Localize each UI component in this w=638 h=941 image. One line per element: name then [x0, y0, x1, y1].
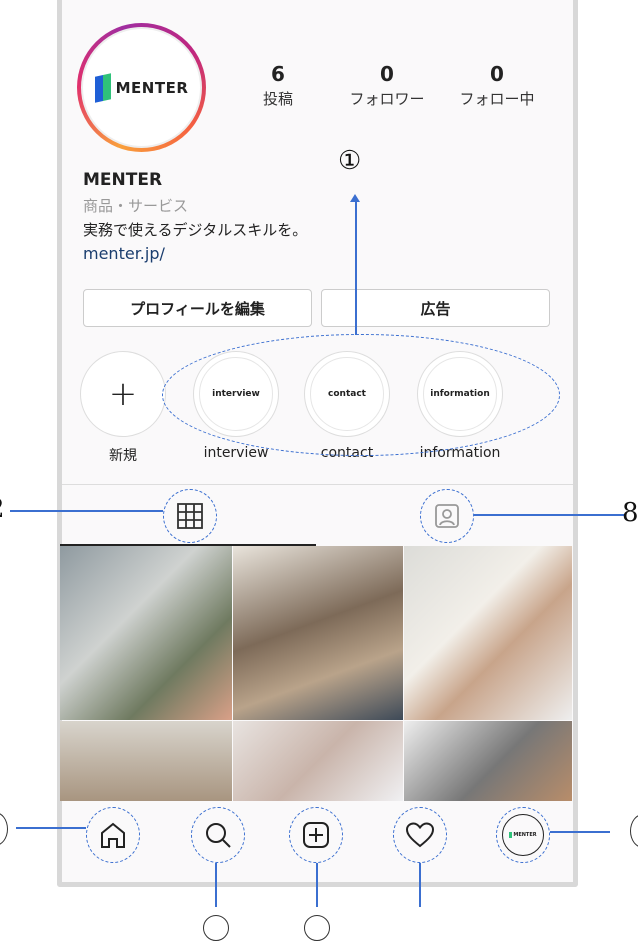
stat-posts[interactable]: 6 投稿 — [223, 62, 333, 109]
nav-search[interactable] — [191, 807, 245, 863]
following-count: 0 — [490, 62, 504, 86]
logo-text: MENTER — [513, 832, 537, 838]
highlight-label: 新規 — [109, 448, 137, 464]
profile-name: MENTER — [83, 170, 163, 190]
annotation-arrow — [419, 863, 421, 907]
edit-profile-button[interactable]: プロフィールを編集 — [83, 289, 312, 327]
tagged-tab[interactable] — [420, 489, 474, 543]
divider — [62, 484, 573, 485]
annotation-arrow — [10, 510, 163, 512]
post-photo[interactable] — [233, 721, 403, 801]
nav-home[interactable] — [86, 807, 140, 863]
logo-text: MENTER — [115, 78, 189, 97]
grid-tab[interactable] — [163, 489, 217, 543]
annotation-circle — [304, 915, 330, 941]
followers-count: 0 — [380, 62, 394, 86]
post-photo[interactable] — [404, 721, 572, 801]
plus-icon: + — [108, 374, 138, 414]
profile-avatar-icon: MENTER — [502, 814, 544, 856]
annotation-arrow — [550, 831, 610, 833]
profile-link[interactable]: menter.jp/ — [83, 244, 165, 263]
menter-logo-icon — [94, 72, 111, 103]
highlight-new[interactable]: + 新規 — [79, 351, 167, 465]
annotation-arrow — [16, 827, 86, 829]
tagged-person-icon — [435, 504, 459, 528]
search-icon — [206, 823, 231, 848]
post-photo[interactable] — [60, 721, 232, 801]
arrow-head — [350, 194, 360, 202]
post-photo[interactable] — [233, 546, 403, 720]
posts-label: 投稿 — [262, 90, 293, 108]
annotation-label-8: 8 — [622, 498, 638, 528]
annotation-arrow — [215, 863, 217, 907]
profile-category: 商品・サービス — [83, 197, 189, 215]
annotation-circle — [0, 812, 8, 846]
followers-label: フォロワー — [349, 90, 425, 108]
nav-new-post[interactable] — [289, 807, 343, 863]
heart-icon — [405, 822, 435, 848]
annotation-arrow — [474, 514, 624, 516]
annotation-label-1: ① — [338, 146, 362, 176]
new-post-icon — [303, 822, 329, 848]
grid-icon — [177, 503, 203, 529]
nav-activity[interactable] — [393, 807, 447, 863]
posts-count: 6 — [271, 62, 285, 86]
following-label: フォロー中 — [459, 90, 535, 108]
profile-bio: 実務で使えるデジタルスキルを。 — [83, 221, 308, 239]
annotation-circle — [630, 814, 638, 848]
annotation-arrow — [355, 200, 357, 335]
annotation-circle — [203, 915, 229, 941]
home-icon — [101, 822, 125, 848]
profile-avatar[interactable]: MENTER — [77, 23, 206, 152]
post-photo[interactable] — [60, 546, 232, 720]
stat-followers[interactable]: 0 フォロワー — [332, 62, 442, 109]
stat-following[interactable]: 0 フォロー中 — [442, 62, 552, 109]
annotation-arrow — [316, 863, 318, 907]
post-photo[interactable] — [404, 546, 572, 720]
annotation-label-2: 2 — [0, 494, 5, 524]
nav-profile[interactable]: MENTER — [496, 807, 550, 863]
annotation-ellipse-highlights — [162, 334, 560, 456]
